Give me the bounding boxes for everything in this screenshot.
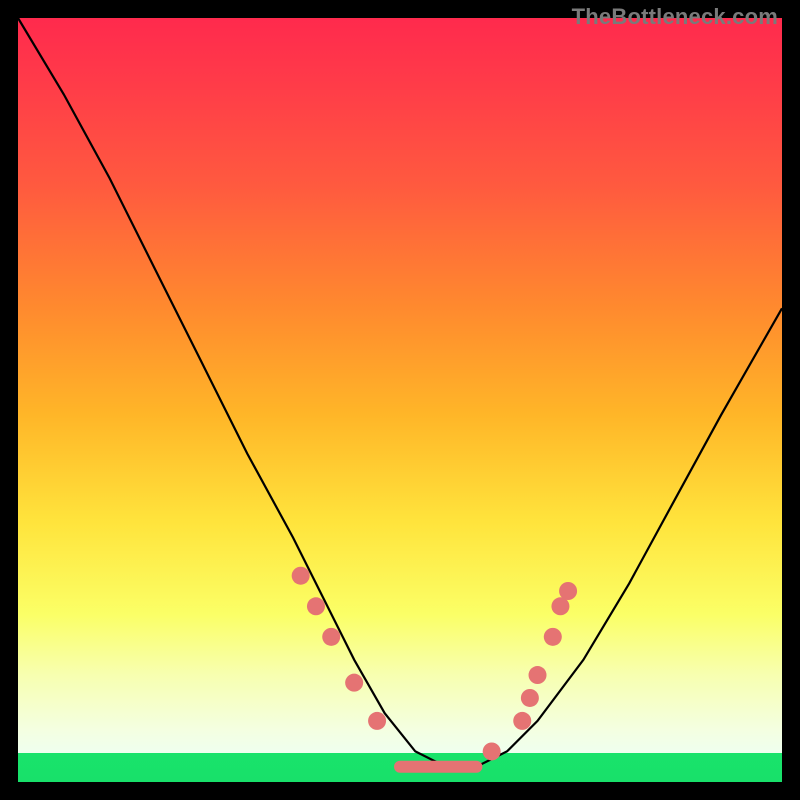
marker-dot	[529, 666, 547, 684]
plot-frame	[18, 18, 782, 782]
marker-dot	[483, 742, 501, 760]
marker-dot	[559, 582, 577, 600]
marker-dot	[307, 597, 325, 615]
marker-dots	[292, 567, 577, 761]
marker-dot	[513, 712, 531, 730]
bottleneck-curve	[18, 18, 782, 767]
marker-dot	[368, 712, 386, 730]
marker-dot	[544, 628, 562, 646]
marker-dot	[345, 674, 363, 692]
marker-dot	[521, 689, 539, 707]
marker-dot	[322, 628, 340, 646]
chart-svg	[18, 18, 782, 782]
marker-dot	[292, 567, 310, 585]
marker-dot	[551, 597, 569, 615]
watermark-text: TheBottleneck.com	[572, 4, 778, 30]
